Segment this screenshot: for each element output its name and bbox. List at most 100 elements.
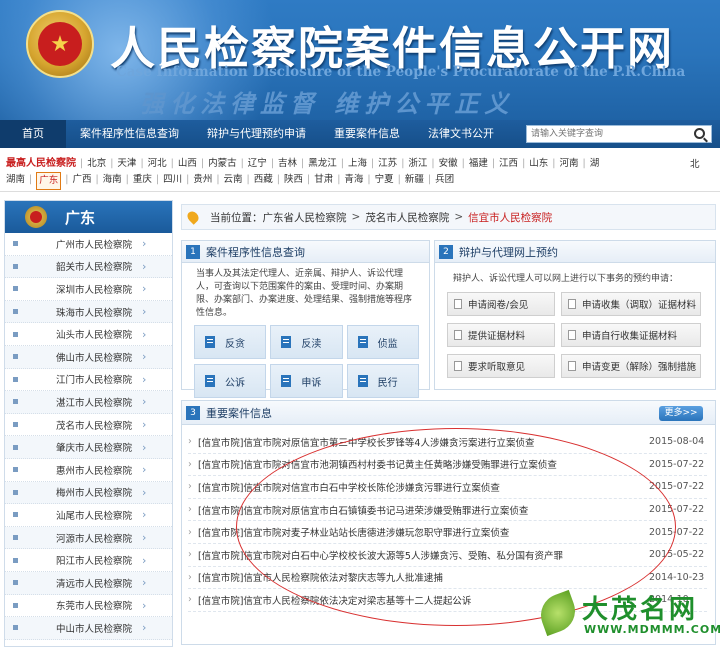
province-link[interactable]: 浙江 xyxy=(408,156,427,172)
province-link-supreme[interactable]: 最高人民检察院 xyxy=(6,156,76,172)
case-title[interactable]: [信宜市院]信宜市院对原信宜市第三中学校长罗锋等4人涉嫌贪污案进行立案侦查 xyxy=(198,435,649,449)
province-link[interactable]: 江苏 xyxy=(378,156,397,172)
province-link[interactable]: 西藏 xyxy=(254,172,273,190)
sidebar-item-label: 河源市人民检察院 xyxy=(56,533,133,545)
province-link[interactable]: 安徽 xyxy=(439,156,458,172)
province-link[interactable]: 兵团 xyxy=(435,172,454,190)
province-link[interactable]: 上海 xyxy=(348,156,367,172)
province-link[interactable]: 广东 xyxy=(36,172,62,190)
province-link[interactable]: 江西 xyxy=(499,156,518,172)
sidebar-item[interactable]: 珠海市人民检察院 › xyxy=(5,300,172,324)
province-link[interactable]: 甘肃 xyxy=(314,172,333,190)
sidebar-item[interactable]: 东莞市人民检察院 › xyxy=(5,594,172,618)
case-row[interactable]: › [信宜市院]信宜市院对信宜市池洞镇西村村委书记黄主任黄略涉嫌受贿罪进行立案侦查… xyxy=(188,454,707,477)
chevron-right-icon: › xyxy=(142,350,147,364)
case-type-button[interactable]: 侦监 xyxy=(346,325,419,359)
province-link[interactable]: 新疆 xyxy=(405,172,424,190)
appointment-button[interactable]: 申请自行收集证据材料 xyxy=(561,323,701,347)
province-link[interactable]: 内蒙古 xyxy=(208,156,237,172)
province-row-1: 最高人民检察院 | 北京 | 天津 | 河北 | 山西 | 内蒙古 | 辽宁 | 吉林 | 黑龙江 | 上海 | 江苏 |… xyxy=(6,156,714,172)
sidebar-item[interactable]: 汕尾市人民检察院 › xyxy=(5,504,172,527)
province-link[interactable]: 青海 xyxy=(344,172,363,190)
province-link[interactable]: 福建 xyxy=(469,156,488,172)
case-row[interactable]: › [信宜市院]信宜市院对信宜市白石中学校长陈伦涉嫌贪污罪进行立案侦查 2015-0… xyxy=(188,476,707,499)
case-type-button[interactable]: 申诉 xyxy=(270,364,343,398)
search-icon[interactable] xyxy=(694,128,705,139)
bullet-icon xyxy=(13,512,18,518)
nav-home[interactable]: 首页 xyxy=(0,120,66,148)
case-row[interactable]: › [信宜市院]信宜市院对原信宜市白石镇镇委书记马进荣涉嫌受贿罪进行立案侦查 201… xyxy=(188,499,707,522)
province-link[interactable]: 湖 xyxy=(590,156,600,172)
province-link[interactable]: 辽宁 xyxy=(248,156,267,172)
nav-important-cases[interactable]: 重要案件信息 xyxy=(320,120,414,148)
province-separator: | xyxy=(110,158,114,169)
procuratorate-emblem-icon[interactable]: ★ xyxy=(26,10,94,78)
appointment-label: 申请变更（解除）强制措施 xyxy=(582,362,697,373)
province-link[interactable]: 重庆 xyxy=(133,172,152,190)
panel-title: 辩护与代理网上预约 xyxy=(459,245,558,259)
case-type-button[interactable]: 反渎 xyxy=(270,325,343,359)
case-title[interactable]: [信宜市院]信宜市院对原信宜市白石镇镇委书记马进荣涉嫌受贿罪进行立案侦查 xyxy=(198,503,649,517)
appointment-button[interactable]: 申请收集（调取）证据材料 xyxy=(561,292,701,316)
appointment-button[interactable]: 要求听取意见 xyxy=(447,354,555,378)
bullet-icon xyxy=(13,399,18,405)
sidebar-item[interactable]: 深圳市人民检察院 › xyxy=(5,278,172,301)
province-link[interactable]: 河南 xyxy=(559,156,578,172)
province-link[interactable]: 山东 xyxy=(529,156,548,172)
appointment-button[interactable]: 申请阅卷/会见 xyxy=(447,292,555,316)
province-link[interactable]: 北京 xyxy=(87,156,106,172)
breadcrumb-item[interactable]: 广东省人民检察院 xyxy=(263,210,347,225)
case-title[interactable]: [信宜市院]信宜市院对信宜市池洞镇西村村委书记黄主任黄略涉嫌受贿罪进行立案侦查 xyxy=(198,457,649,471)
appointment-label: 要求听取意见 xyxy=(468,362,526,373)
sidebar-item[interactable]: 江门市人民检察院 › xyxy=(5,368,172,392)
province-link[interactable]: 海南 xyxy=(103,172,122,190)
province-link[interactable]: 黑龙江 xyxy=(308,156,337,172)
appointment-button[interactable]: 提供证据材料 xyxy=(447,323,555,347)
province-link[interactable]: 四川 xyxy=(163,172,182,190)
sidebar-item[interactable]: 梅州市人民检察院 › xyxy=(5,481,172,505)
breadcrumb-item[interactable]: 茂名市人民检察院 xyxy=(365,210,449,225)
province-link[interactable]: 云南 xyxy=(224,172,243,190)
sidebar-item[interactable]: 茂名市人民检察院 › xyxy=(5,413,172,437)
case-row[interactable]: › [信宜市院]信宜市人民检察院依法对黎庆志等九人批准逮捕 2014-10-23 xyxy=(188,567,707,590)
sidebar-item[interactable]: 惠州市人民检察院 › xyxy=(5,458,172,482)
province-link[interactable]: 广西 xyxy=(72,172,91,190)
sidebar-item[interactable]: 肇庆市人民检察院 › xyxy=(5,436,172,459)
province-link[interactable]: 吉林 xyxy=(278,156,297,172)
appointment-button[interactable]: 申请变更（解除）强制措施 xyxy=(561,354,701,378)
sidebar-item[interactable]: 河源市人民检察院 › xyxy=(5,526,172,550)
document-icon xyxy=(281,336,292,348)
province-link[interactable]: 天津 xyxy=(117,156,136,172)
chevron-right-icon: › xyxy=(142,237,147,251)
case-row[interactable]: › [信宜市院]信宜市院对麦子林业站站长唐德进涉嫌玩忽职守罪进行立案侦查 2015-… xyxy=(188,521,707,544)
case-row[interactable]: › [信宜市院]信宜市院对白石中心学校校长波大源等5人涉嫌贪污、受贿、私分国有资产… xyxy=(188,544,707,567)
province-link[interactable]: 河北 xyxy=(148,156,167,172)
more-button[interactable]: 更多>> xyxy=(659,406,703,421)
sidebar-item[interactable]: 清远市人民检察院 › xyxy=(5,571,172,595)
sidebar-item[interactable]: 中山市人民检察院 › xyxy=(5,617,172,640)
case-title[interactable]: [信宜市院]信宜市院对麦子林业站站长唐德进涉嫌玩忽职守罪进行立案侦查 xyxy=(198,525,649,539)
nav-legal-documents[interactable]: 法律文书公开 xyxy=(414,120,508,148)
province-separator: | xyxy=(125,174,129,185)
case-type-button[interactable]: 反贪 xyxy=(194,325,267,359)
search-input[interactable] xyxy=(527,126,677,142)
nav-case-query[interactable]: 案件程序性信息查询 xyxy=(66,120,193,148)
sidebar-item[interactable]: 汕头市人民检察院 › xyxy=(5,323,172,346)
case-title[interactable]: [信宜市院]信宜市人民检察院依法对黎庆志等九人批准逮捕 xyxy=(198,570,649,584)
case-type-button[interactable]: 民行 xyxy=(346,364,419,398)
province-link[interactable]: 湖南 xyxy=(6,172,25,190)
province-link[interactable]: 山西 xyxy=(178,156,197,172)
province-link[interactable]: 贵州 xyxy=(193,172,212,190)
case-type-button[interactable]: 公诉 xyxy=(194,364,267,398)
province-link[interactable]: 宁夏 xyxy=(375,172,394,190)
sidebar-item[interactable]: 韶关市人民检察院 › xyxy=(5,255,172,279)
nav-defense-appointment[interactable]: 辩护与代理预约申请 xyxy=(193,120,320,148)
sidebar-item[interactable]: 广州市人民检察院 › xyxy=(5,233,172,256)
province-link[interactable]: 陕西 xyxy=(284,172,303,190)
case-title[interactable]: [信宜市院]信宜市院对信宜市白石中学校长陈伦涉嫌贪污罪进行立案侦查 xyxy=(198,480,649,494)
case-title[interactable]: [信宜市院]信宜市院对白石中心学校校长波大源等5人涉嫌贪污、受贿、私分国有资产罪 xyxy=(198,548,649,562)
case-row[interactable]: › [信宜市院]信宜市院对原信宜市第三中学校长罗锋等4人涉嫌贪污案进行立案侦查 20… xyxy=(188,431,707,454)
sidebar-item[interactable]: 阳江市人民检察院 › xyxy=(5,549,172,572)
sidebar-item[interactable]: 湛江市人民检察院 › xyxy=(5,391,172,414)
sidebar-item[interactable]: 佛山市人民检察院 › xyxy=(5,345,172,369)
